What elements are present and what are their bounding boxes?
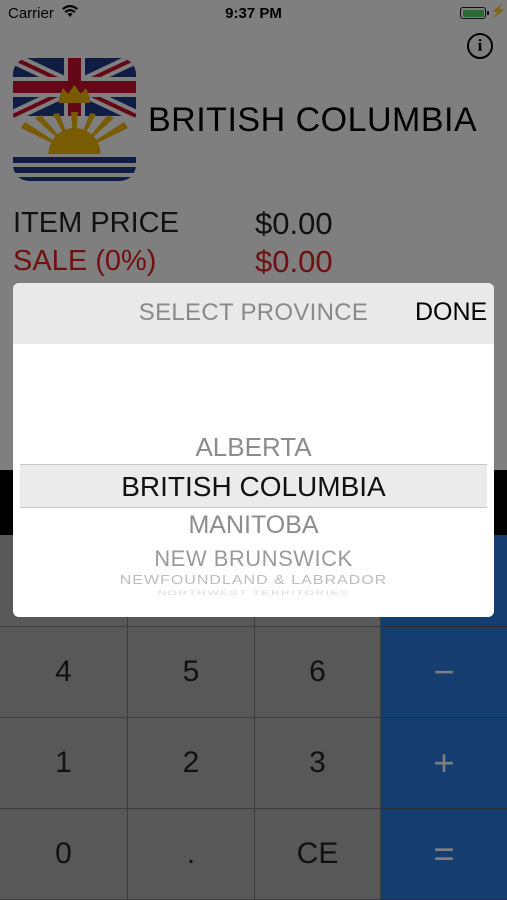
picker-option[interactable]: ALBERTA	[13, 432, 494, 463]
picker-option[interactable]: NEWFOUNDLAND & LABRADOR	[13, 574, 494, 588]
province-picker-modal: SELECT PROVINCE DONE ALBERTA BRITISH COL…	[13, 283, 494, 617]
picker-option-selected[interactable]: BRITISH COLUMBIA	[13, 471, 494, 503]
picker-option[interactable]: NEW BRUNSWICK	[13, 546, 494, 572]
picker-header: SELECT PROVINCE DONE	[13, 283, 494, 344]
picker-option[interactable]: NORTHWEST TERRITORIES	[13, 590, 494, 597]
picker-option[interactable]: MANITOBA	[13, 511, 494, 540]
done-button[interactable]: DONE	[415, 298, 487, 327]
